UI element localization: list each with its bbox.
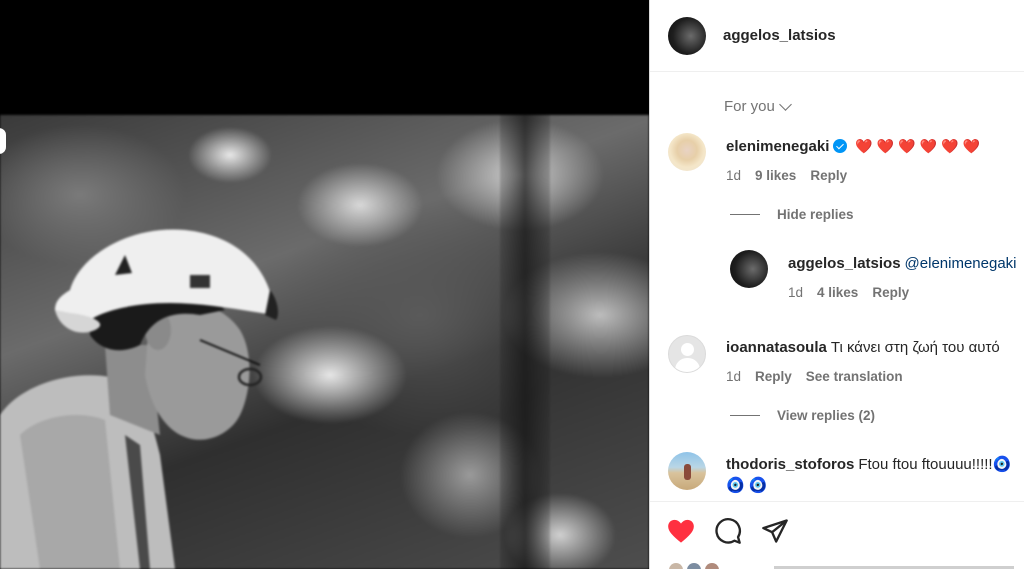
chevron-down-icon [778, 98, 792, 111]
commenter-avatar[interactable] [668, 133, 706, 171]
comment-username[interactable]: thodoris_stoforos [726, 456, 854, 473]
comment-text-line: elenimenegaki ❤️❤️❤️❤️❤️❤️ [726, 137, 984, 156]
author-avatar[interactable] [668, 16, 706, 55]
like-button[interactable] [666, 516, 696, 546]
comment-icon [715, 518, 741, 544]
comment-item: elenimenegaki ❤️❤️❤️❤️❤️❤️ 1d 9 likes Rep… [668, 133, 984, 183]
reply-button[interactable]: Reply [872, 285, 909, 300]
reply-button[interactable]: Reply [810, 168, 847, 183]
default-avatar-icon[interactable] [668, 335, 706, 373]
person-in-cap-image [0, 229, 278, 569]
reply-author-avatar[interactable] [730, 250, 768, 288]
reply-text-line: aggelos_latsios @elenimenegaki [788, 255, 1017, 273]
reply-time[interactable]: 1d [788, 285, 803, 300]
post-photo [0, 115, 649, 569]
reply-item: aggelos_latsios @elenimenegaki 1d 4 likes… [730, 250, 1017, 300]
comment-text-line: ioannatasoula Τι κάνει στη ζωή του αυτό [726, 339, 1000, 357]
mention-link[interactable]: @elenimenegaki [905, 255, 1017, 272]
comment-likes[interactable]: 9 likes [755, 168, 796, 183]
reply-button[interactable]: Reply [755, 369, 792, 384]
post-header: aggelos_latsios [650, 0, 1024, 72]
author-username[interactable]: aggelos_latsios [723, 27, 836, 44]
comment-item: thodoris_stoforos Ftou ftou ftouuuu!!!!!🧿… [668, 452, 1015, 494]
see-translation-button[interactable]: See translation [806, 369, 903, 384]
view-replies-label: View replies (2) [777, 408, 876, 423]
reply-likes[interactable]: 4 likes [817, 285, 858, 300]
comment-text: ❤️❤️❤️❤️❤️❤️ [855, 138, 984, 154]
comment-meta: 1d 9 likes Reply [726, 168, 984, 183]
comment-item: ioannatasoula Τι κάνει στη ζωή του αυτό 1… [668, 335, 1000, 384]
post-media [0, 0, 649, 569]
comments-sort-dropdown[interactable]: For you [724, 98, 792, 115]
heart-icon [668, 519, 694, 543]
comment-text-second-line: 🧿🧿 [726, 477, 772, 494]
verified-badge-icon [833, 139, 848, 153]
commenter-avatar[interactable] [668, 452, 706, 490]
view-replies-toggle[interactable]: View replies (2) [730, 408, 875, 423]
liked-by-avatars-strip [669, 563, 1014, 569]
comment-time[interactable]: 1d [726, 168, 741, 183]
comment-text: Τι κάνει στη ζωή του αυτό [830, 339, 1000, 356]
share-button[interactable] [760, 516, 790, 546]
comment-username[interactable]: ioannatasoula [726, 339, 827, 356]
instagram-post-view: aggelos_latsios For you elenimenegaki ❤️❤… [0, 0, 1024, 569]
comment-time[interactable]: 1d [726, 369, 741, 384]
comment-text-line: thodoris_stoforos Ftou ftou ftouuuu!!!!!🧿 [726, 456, 1015, 474]
nazar-emoji: 🧿 [992, 456, 1016, 473]
hide-replies-toggle[interactable]: Hide replies [730, 207, 854, 222]
comment-username[interactable]: elenimenegaki [726, 138, 829, 155]
comments-panel: aggelos_latsios For you elenimenegaki ❤️❤… [649, 0, 1024, 569]
reply-meta: 1d 4 likes Reply [788, 285, 1017, 300]
hide-replies-label: Hide replies [777, 207, 854, 222]
comments-sort-label: For you [724, 98, 775, 115]
comment-text: Ftou ftou ftouuuu!!!!! [858, 456, 993, 473]
comment-button[interactable] [713, 516, 743, 546]
previous-media-button[interactable] [0, 128, 6, 154]
share-icon [762, 519, 788, 543]
divider-line [730, 214, 760, 215]
reply-username[interactable]: aggelos_latsios [788, 255, 901, 272]
post-action-bar [650, 501, 1024, 569]
comment-meta: 1d Reply See translation [726, 369, 1000, 384]
divider-line [730, 415, 760, 416]
